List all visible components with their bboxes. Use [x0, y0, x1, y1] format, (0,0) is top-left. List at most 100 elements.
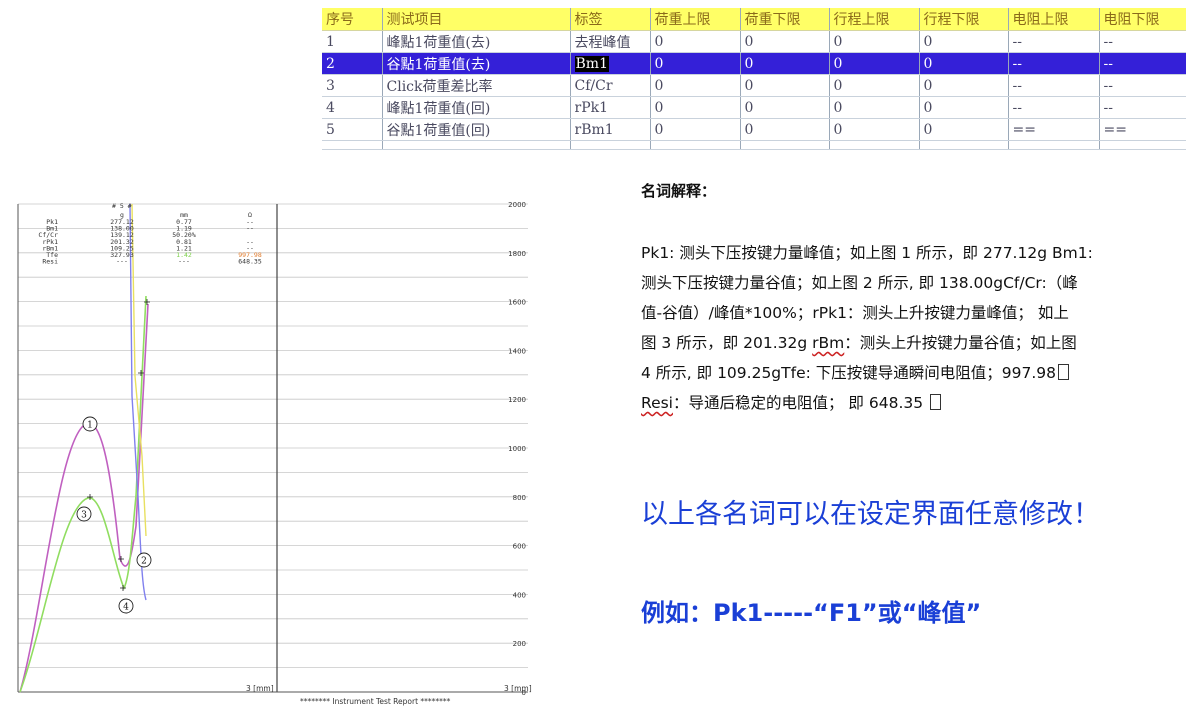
axis-tick-label: 1400	[508, 347, 526, 355]
cell[interactable]: --	[1099, 30, 1186, 53]
col-header-travel-lower[interactable]: 行程下限	[919, 8, 1009, 31]
cell[interactable]: 峰點1荷重值(去)	[382, 30, 571, 53]
axis-tick-label: 1200	[508, 396, 526, 404]
col-header-resistance-lower[interactable]: 电阻下限	[1099, 8, 1186, 31]
cell[interactable]: 0	[829, 96, 920, 119]
cell[interactable]: 0	[919, 74, 1009, 97]
col-header-load-upper[interactable]: 荷重上限	[650, 8, 741, 31]
stats-row-g: ---	[116, 258, 128, 266]
cell[interactable]: 0	[829, 118, 920, 141]
cell[interactable]: 0	[829, 74, 920, 97]
axis-tick-label: 800	[513, 494, 526, 502]
cell[interactable]: --	[1099, 74, 1186, 97]
cell[interactable]: ==	[1099, 118, 1186, 141]
cell[interactable]: 4	[322, 96, 383, 119]
cell[interactable]: 0	[740, 52, 830, 75]
table-header-row: 序号 测试项目 标签 荷重上限 荷重下限 行程上限 行程下限 电阻上限 电阻下限	[322, 8, 1186, 31]
cell[interactable]: 去程峰值	[570, 30, 651, 53]
line: Pk1: 测头下压按键力量峰值；如上图 1 所示，即 277.12g Bm1:	[641, 244, 1093, 262]
term-resi: Resi	[641, 394, 673, 412]
cell[interactable]: 0	[919, 118, 1009, 141]
cell[interactable]: Cf/Cr	[570, 74, 651, 97]
cell[interactable]: --	[1008, 74, 1100, 97]
cell[interactable]: 2	[322, 52, 383, 75]
cell-edit-value[interactable]: Bm1	[574, 55, 609, 72]
marker-label: 3	[81, 511, 87, 521]
right-axis-ticks: 2000180016001400120010008006004002000	[508, 201, 526, 697]
col-header-label[interactable]: 标签	[570, 8, 651, 31]
table-row-empty[interactable]	[322, 140, 1186, 150]
cell[interactable]: 峰點1荷重值(回)	[382, 96, 571, 119]
cell[interactable]: 0	[740, 74, 830, 97]
col-header-resistance-upper[interactable]: 电阻上限	[1008, 8, 1100, 31]
table-row-selected[interactable]: 2 谷點1荷重值(去) Bm1 0 0 0 0 -- --	[322, 52, 1186, 75]
term-rbm: rBm	[812, 334, 845, 352]
stats-row-ohm: 648.35	[238, 258, 262, 266]
axis-tick-label: 400	[513, 591, 526, 599]
axis-tick-label: 1800	[508, 250, 526, 258]
stats-row-mm: ---	[178, 258, 190, 266]
col-header-test-item[interactable]: 测试项目	[382, 8, 571, 31]
marker-label: 2	[141, 557, 147, 567]
axis-tick-label: 600	[513, 543, 526, 551]
cell[interactable]: 0	[740, 30, 830, 53]
cell[interactable]: 0	[650, 52, 741, 75]
table-row[interactable]: 4 峰點1荷重值(回) rPk1 0 0 0 0 -- --	[322, 96, 1186, 119]
axis-tick-label: 1600	[508, 299, 526, 307]
table-row[interactable]: 5 谷點1荷重值(回) rBm1 0 0 0 0 == ==	[322, 118, 1186, 141]
axis-tick-label: 2000	[508, 201, 526, 209]
col-header-load-lower[interactable]: 荷重下限	[740, 8, 830, 31]
cell[interactable]: 0	[919, 96, 1009, 119]
cell[interactable]: 0	[650, 30, 741, 53]
axis-tick-label: 200	[513, 640, 526, 648]
cross-mark	[118, 556, 124, 562]
cell[interactable]: --	[1008, 52, 1100, 75]
table-row[interactable]: 1 峰點1荷重值(去) 去程峰值 0 0 0 0 -- --	[322, 30, 1186, 53]
col-header-index[interactable]: 序号	[322, 8, 383, 31]
note-example: 例如：Pk1-----“F1”或“峰值”	[641, 599, 982, 627]
explanation-title: 名词解释：	[641, 182, 717, 200]
cell[interactable]: rPk1	[570, 96, 651, 119]
marker-label: 1	[87, 421, 93, 431]
stats-row-ohm: --	[246, 225, 254, 233]
cell[interactable]: Click荷重差比率	[382, 74, 571, 97]
chart-grid	[17, 203, 528, 693]
cell[interactable]: rBm1	[570, 118, 651, 141]
cell[interactable]: 0	[740, 118, 830, 141]
cell[interactable]: 0	[829, 52, 920, 75]
cell[interactable]: 1	[322, 30, 383, 53]
cell[interactable]: 谷點1荷重值(去)	[382, 52, 571, 75]
cell[interactable]: --	[1008, 30, 1100, 53]
line: 值-谷值）/峰值*100%；rPk1：测头上升按键力量峰值； 如上	[641, 304, 1069, 322]
cell[interactable]: 0	[919, 30, 1009, 53]
cell[interactable]: --	[1008, 96, 1100, 119]
chart-footer: ******** Instrument Test Report ********	[300, 697, 451, 706]
cell[interactable]: 0	[650, 96, 741, 119]
cell[interactable]: 3	[322, 74, 383, 97]
release-curve	[19, 295, 147, 693]
line: 4 所示, 即 109.25gTfe: 下压按键导通瞬间电阻值；997.98	[641, 364, 1056, 382]
cell[interactable]: 0	[829, 30, 920, 53]
cell[interactable]: --	[1099, 96, 1186, 119]
x-axis-label-right: 3 [mm]	[504, 684, 532, 693]
cell[interactable]: ==	[1008, 118, 1100, 141]
line: 图 3 所示，即 201.32g	[641, 334, 813, 352]
cell[interactable]: --	[1099, 52, 1186, 75]
cell[interactable]: 谷點1荷重值(回)	[382, 118, 571, 141]
line: 测头下压按键力量谷值；如上图 2 所示, 即 138.00gCf/Cr:（峰	[641, 274, 1078, 292]
line: ：导通后稳定的电阻值； 即 648.35	[673, 394, 929, 412]
cell[interactable]: 0	[650, 74, 741, 97]
stats-row-name: Resi	[42, 258, 58, 266]
stats-table: # 5 #g mm ΩPk1 277.12 0.77 --Bm1 138.00 1.19 --C…	[38, 202, 261, 266]
cell-editing[interactable]: Bm1	[570, 52, 651, 75]
cell[interactable]: 5	[322, 118, 383, 141]
cell[interactable]: 0	[650, 118, 741, 141]
missing-glyph-box	[930, 394, 942, 410]
table-row[interactable]: 3 Click荷重差比率 Cf/Cr 0 0 0 0 -- --	[322, 74, 1186, 97]
cell[interactable]: 0	[740, 96, 830, 119]
cell[interactable]: 0	[919, 52, 1009, 75]
stats-header: # 5 #	[112, 202, 132, 210]
marker-label: 4	[123, 603, 129, 613]
x-axis-label-left: 3 [mm]	[246, 684, 274, 693]
col-header-travel-upper[interactable]: 行程上限	[829, 8, 920, 31]
